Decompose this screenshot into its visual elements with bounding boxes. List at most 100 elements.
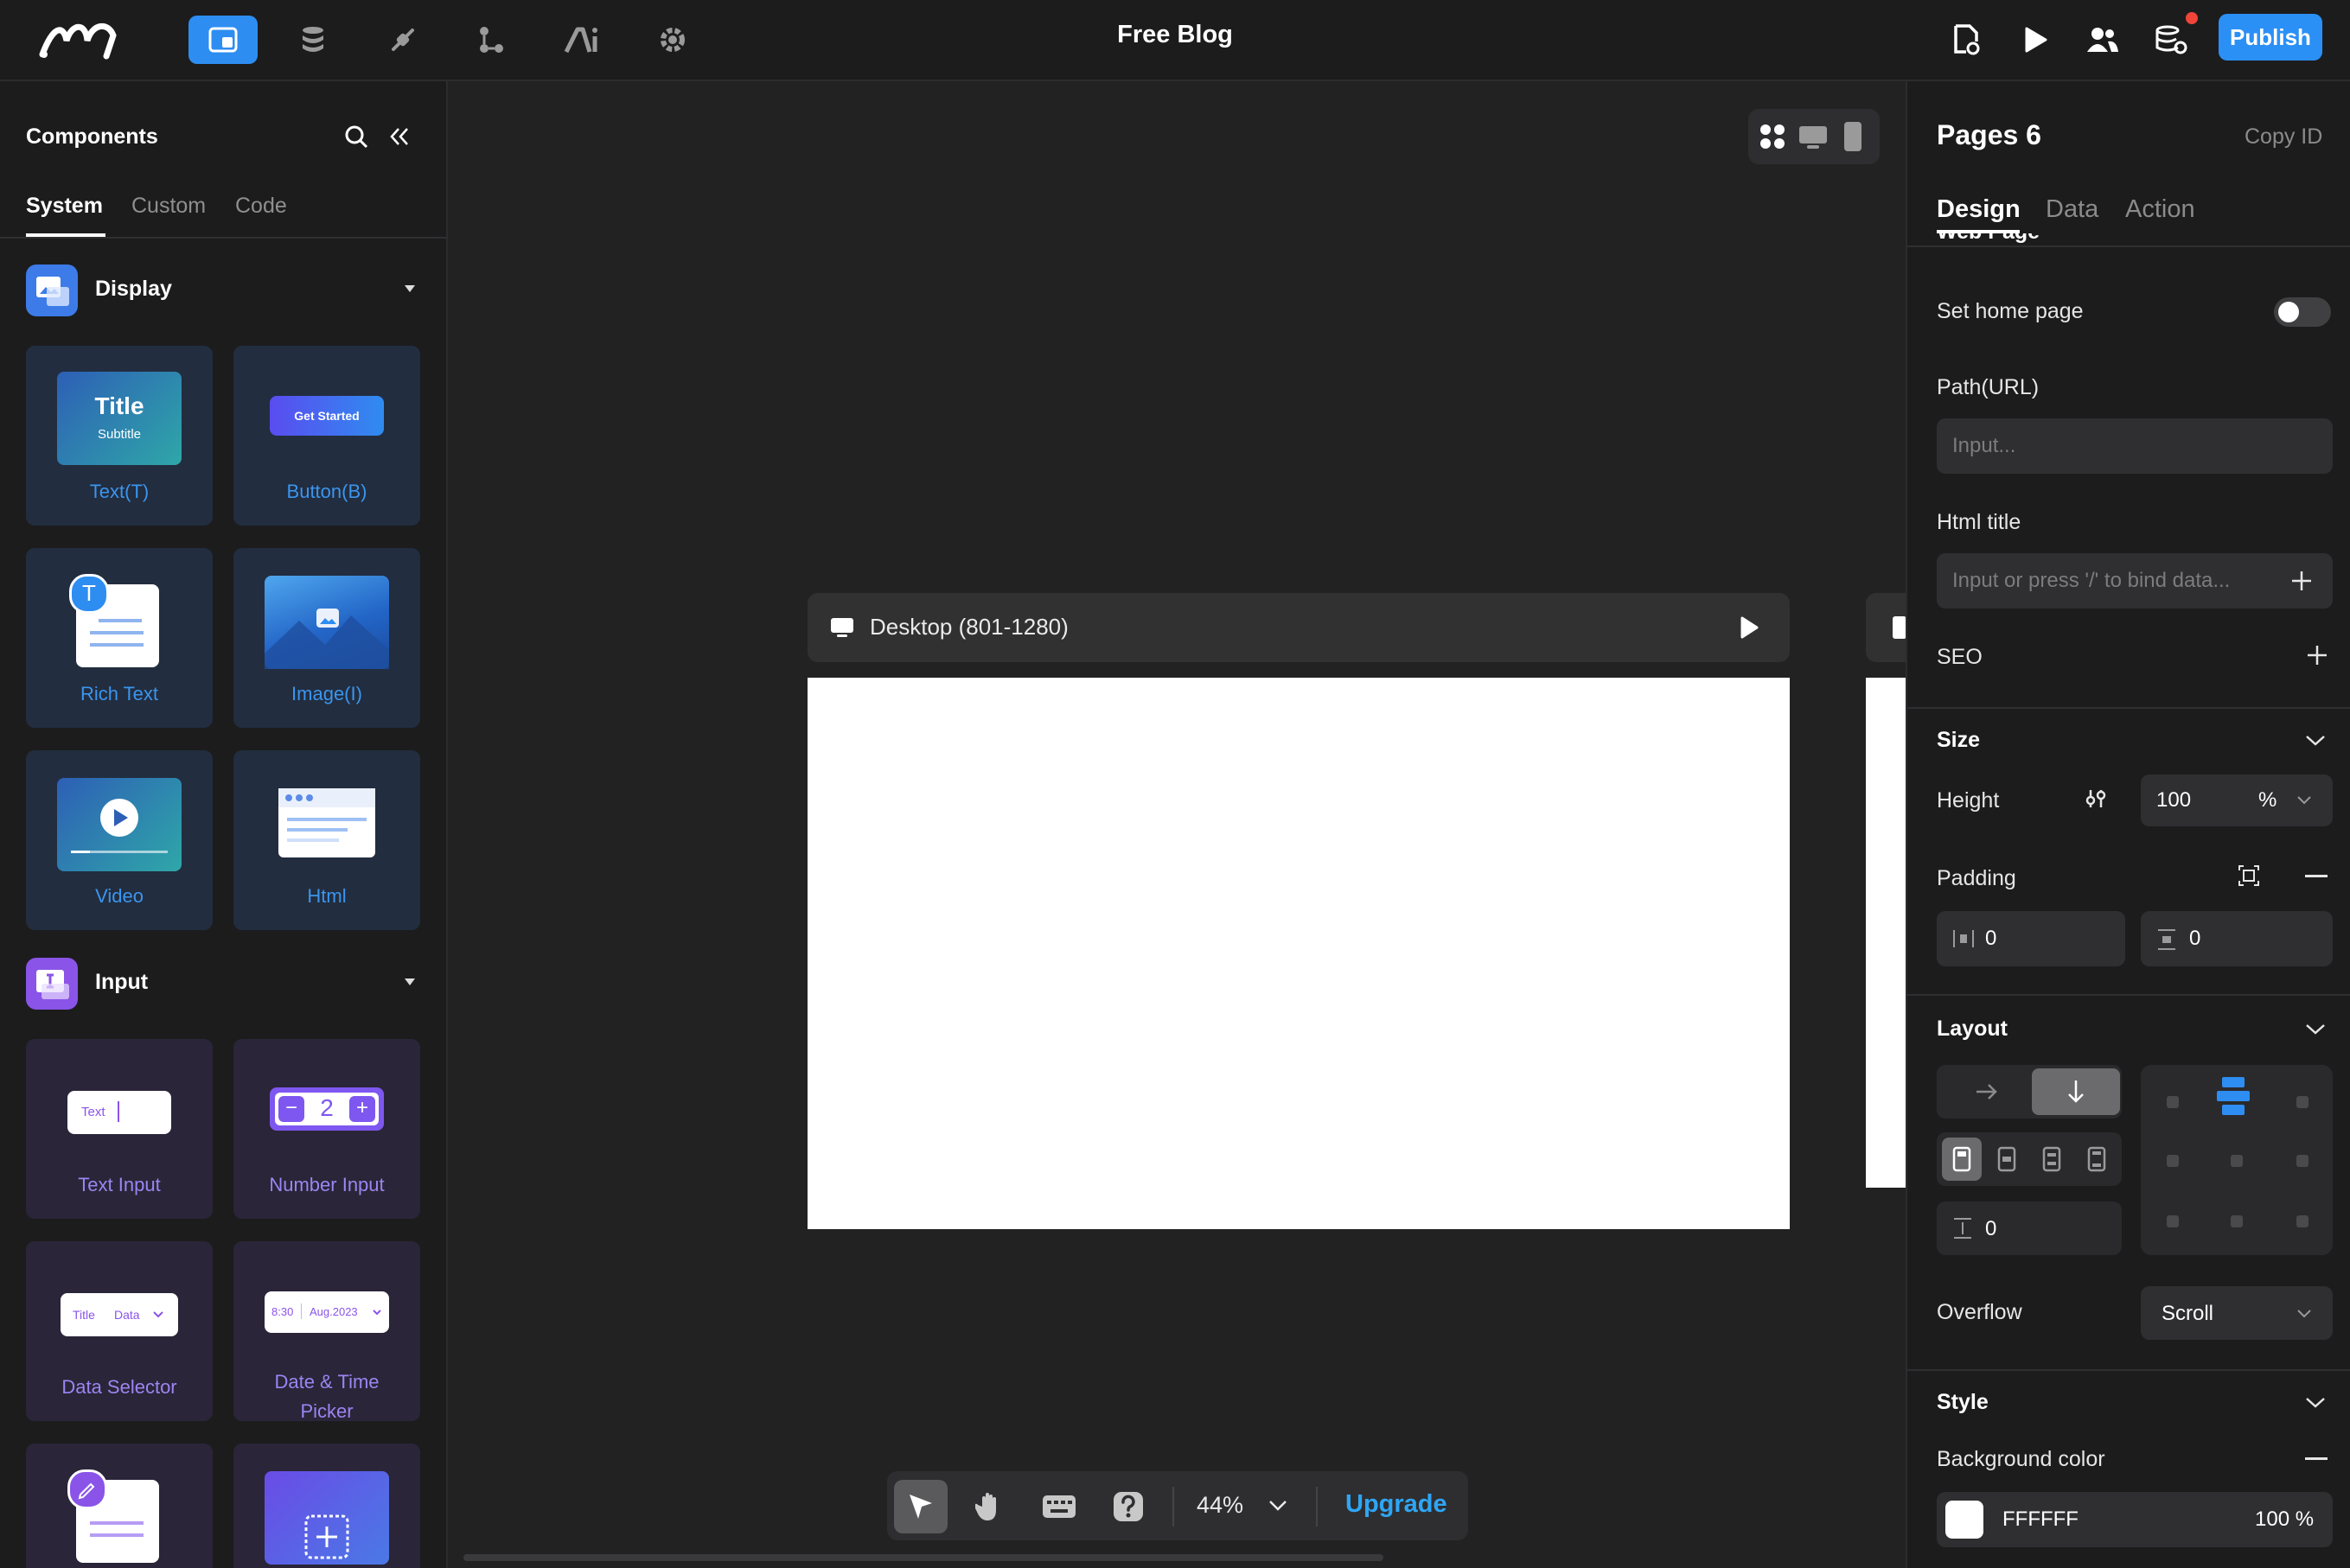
padding-vertical-input[interactable]: 0 <box>2141 911 2333 966</box>
mobile-icon[interactable] <box>1843 121 1862 152</box>
align-space-icon[interactable] <box>2032 1138 2072 1181</box>
toolbar-divider <box>1316 1487 1318 1527</box>
component-card-text[interactable]: Title Subtitle Text(T) <box>26 346 213 526</box>
chevron-down-icon[interactable] <box>2305 1397 2326 1409</box>
height-unit: % <box>2258 788 2277 812</box>
tab-custom[interactable]: Custom <box>131 194 206 219</box>
component-card-button[interactable]: Get Started Button(B) <box>233 346 420 526</box>
help-icon[interactable] <box>1102 1480 1155 1533</box>
align-center-icon[interactable] <box>1987 1138 2027 1181</box>
copy-id-button[interactable]: Copy ID <box>2245 124 2322 150</box>
components-icon[interactable] <box>188 16 258 64</box>
alignment-grid[interactable] <box>2141 1065 2333 1255</box>
upgrade-link[interactable]: Upgrade <box>1345 1490 1447 1519</box>
ai-icon[interactable] <box>559 16 607 64</box>
overflow-value: Scroll <box>2162 1302 2214 1325</box>
section-divider <box>1907 1369 2350 1371</box>
tab-action[interactable]: Action <box>2125 195 2195 224</box>
caret-down-icon[interactable] <box>405 978 415 985</box>
panel-title: Components <box>26 124 158 149</box>
component-card-more-1[interactable] <box>26 1444 213 1568</box>
section-display[interactable]: Display <box>26 265 424 316</box>
color-swatch[interactable] <box>1945 1501 1983 1539</box>
tab-code[interactable]: Code <box>235 194 287 219</box>
page-settings-icon[interactable] <box>1942 16 1990 64</box>
plugin-icon[interactable] <box>379 16 427 64</box>
display-section-icon <box>26 265 78 316</box>
html-title-input[interactable]: Input or press '/' to bind data... <box>1937 553 2333 609</box>
thumb-number: 2 <box>320 1094 334 1121</box>
keyboard-icon[interactable] <box>1032 1480 1086 1533</box>
component-card-text-input[interactable]: Text Text Input <box>26 1039 213 1219</box>
component-card-date-time-picker[interactable]: 8:30 Aug.2023 Date & Time Picker <box>233 1241 420 1421</box>
input-section-icon <box>26 958 78 1010</box>
scrolled-section-heading: Web Page <box>1907 233 2350 244</box>
component-card-more-2[interactable] <box>233 1444 420 1568</box>
preview-play-icon[interactable] <box>2011 16 2059 64</box>
publish-button[interactable]: Publish <box>2219 14 2322 61</box>
horizontal-scrollbar[interactable] <box>463 1554 1383 1561</box>
tab-data[interactable]: Data <box>2046 195 2098 224</box>
search-icon[interactable] <box>344 124 368 149</box>
frame-header[interactable]: Desktop (801-1280) <box>808 593 1790 662</box>
desktop-icon[interactable] <box>1798 124 1828 150</box>
all-devices-icon[interactable] <box>1759 123 1786 150</box>
height-input[interactable]: 100 % <box>2141 774 2333 826</box>
chevron-down-icon[interactable] <box>2305 1023 2326 1036</box>
frame-title: Desktop (801-1280) <box>870 614 1069 640</box>
height-value: 100 <box>2156 788 2192 812</box>
component-card-data-selector[interactable]: Title Data Data Selector <box>26 1241 213 1421</box>
align-end-icon[interactable] <box>2077 1138 2117 1181</box>
hand-tool-icon[interactable] <box>963 1480 1017 1533</box>
data-sync-icon[interactable] <box>2148 12 2198 64</box>
set-home-toggle[interactable] <box>2274 297 2331 327</box>
arrow-right-icon[interactable] <box>1945 1072 2025 1112</box>
component-card-number-input[interactable]: − 2 + Number Input <box>233 1039 420 1219</box>
bg-color-input[interactable]: FFFFFF 100 % <box>1937 1492 2333 1547</box>
page-frame-secondary[interactable] <box>1866 678 1907 1188</box>
database-icon[interactable] <box>289 16 337 64</box>
height-mode-icon[interactable] <box>2084 787 2108 811</box>
settings-icon[interactable] <box>648 16 697 64</box>
tab-design[interactable]: Design <box>1937 195 2021 224</box>
workflow-icon[interactable] <box>467 16 515 64</box>
arrow-down-icon[interactable] <box>2032 1068 2120 1115</box>
app-title: Free Blog <box>1117 21 1233 48</box>
zoom-level[interactable]: 44% <box>1197 1492 1243 1519</box>
date-picker-thumbnail: 8:30 Aug.2023 <box>265 1291 389 1333</box>
users-icon[interactable] <box>2079 16 2127 64</box>
button-thumbnail: Get Started <box>270 396 384 436</box>
component-card-image[interactable]: Image(I) <box>233 548 420 728</box>
remove-padding-icon[interactable] <box>2305 875 2328 877</box>
overflow-select[interactable]: Scroll <box>2141 1286 2333 1340</box>
add-seo-icon[interactable] <box>2305 643 2329 667</box>
chevron-down-icon[interactable] <box>1268 1499 1288 1513</box>
preview-play-icon[interactable] <box>1738 615 1760 640</box>
caret-down-icon[interactable] <box>405 285 415 292</box>
component-card-html[interactable]: Html <box>233 750 420 930</box>
padding-individual-icon[interactable] <box>2238 864 2260 887</box>
remove-bg-icon[interactable] <box>2305 1457 2328 1460</box>
padding-label: Padding <box>1937 866 2016 890</box>
padding-horizontal-input[interactable]: 0 <box>1937 911 2125 966</box>
collapse-panel-icon[interactable] <box>389 126 410 147</box>
html-title-label: Html title <box>1937 510 2021 534</box>
chevron-down-icon[interactable] <box>2305 735 2326 747</box>
alignment-selected-icon <box>2217 1072 2250 1124</box>
section-input[interactable]: Input <box>26 958 424 1010</box>
select-tool-icon[interactable] <box>894 1480 948 1533</box>
rich-text-badge: T <box>69 574 109 614</box>
page-frame-desktop[interactable] <box>808 678 1790 1229</box>
frame-header-secondary[interactable] <box>1866 593 1909 662</box>
gap-input[interactable]: 0 <box>1937 1201 2122 1255</box>
component-card-video[interactable]: Video <box>26 750 213 930</box>
component-card-rich-text[interactable]: T Rich Text <box>26 548 213 728</box>
section-heading-cut: Web Page <box>1937 233 2040 244</box>
tab-system[interactable]: System <box>26 194 103 219</box>
thumb-selector-title: Title <box>73 1308 95 1322</box>
path-input[interactable]: Input... <box>1937 418 2333 474</box>
image-thumbnail <box>265 576 389 669</box>
align-start-icon[interactable] <box>1942 1138 1982 1181</box>
padding-horizontal-value: 0 <box>1985 927 1997 950</box>
thumb-date-time: 8:30 <box>271 1305 294 1318</box>
